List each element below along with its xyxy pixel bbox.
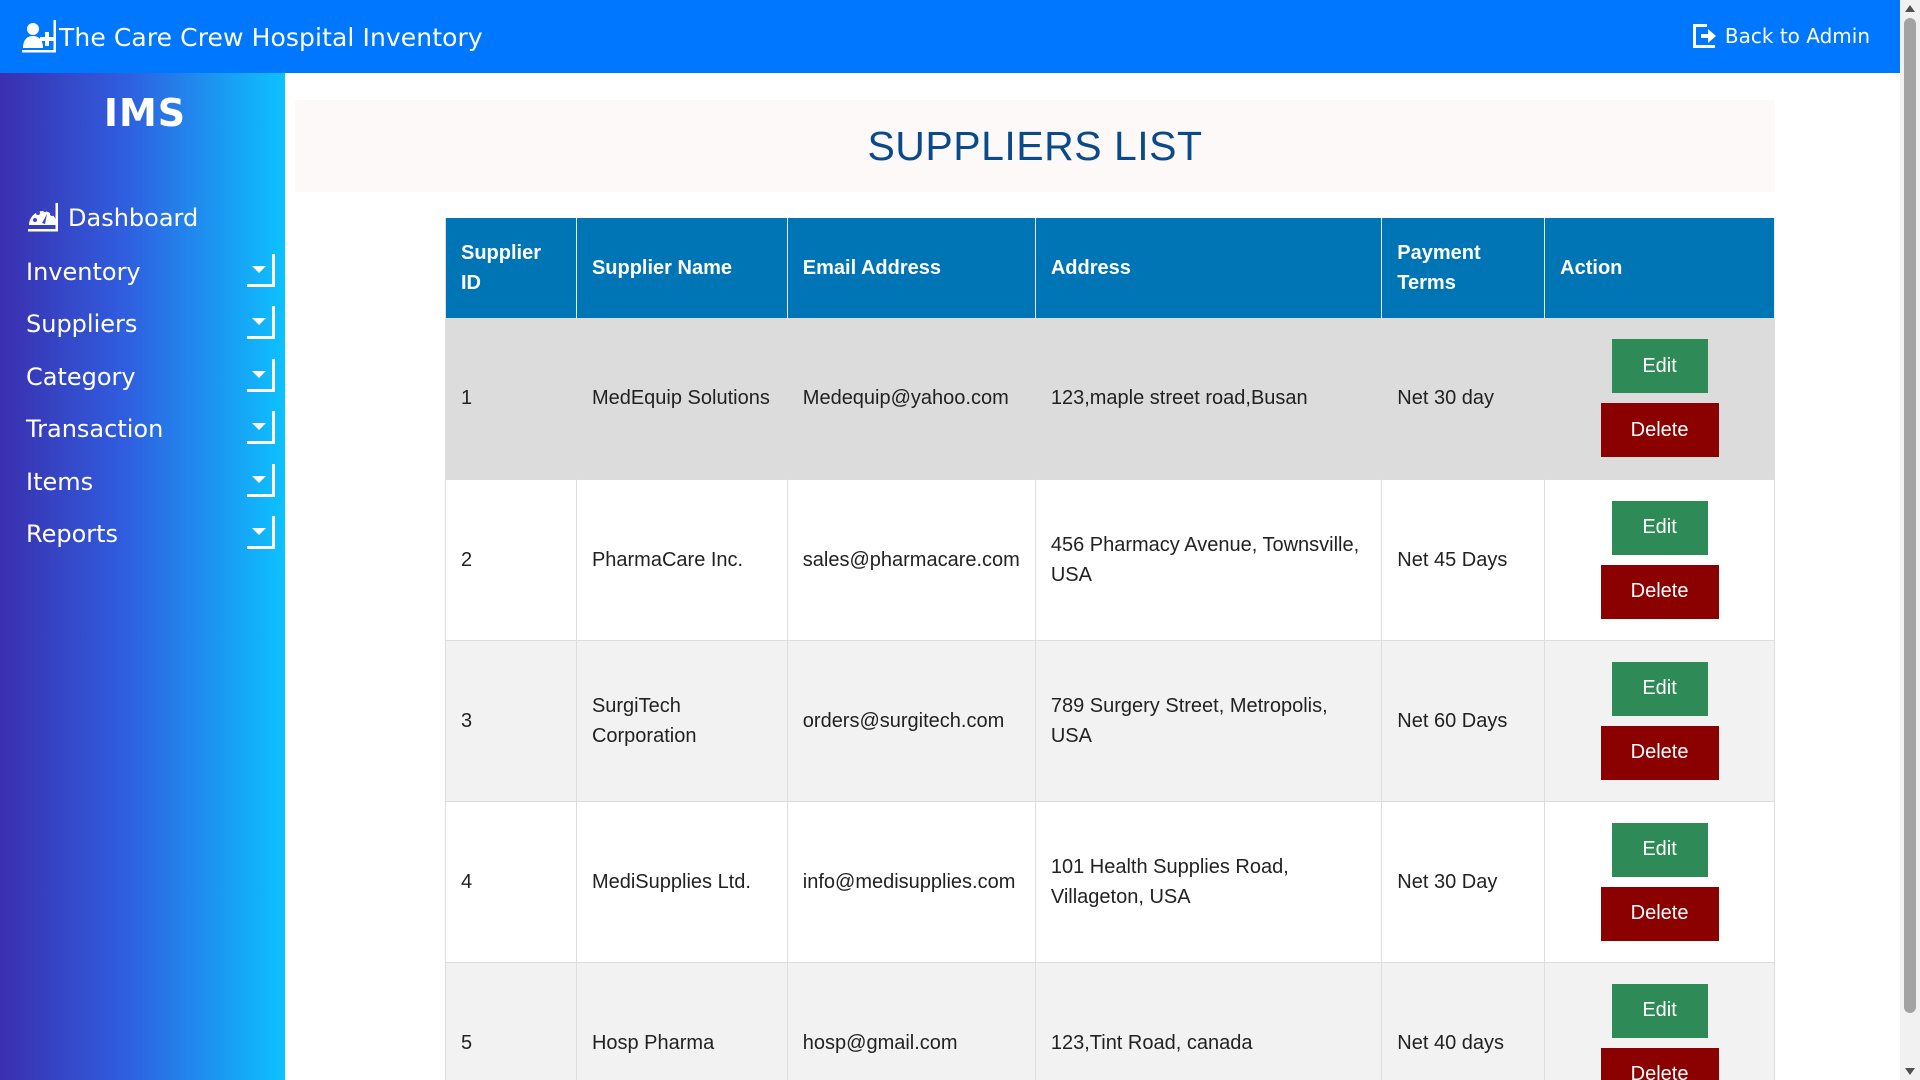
sidebar-item-dashboard[interactable]: Dashboard bbox=[26, 198, 275, 238]
suppliers-table: Supplier ID Supplier Name Email Address … bbox=[445, 218, 1775, 1080]
user-plus-icon bbox=[20, 18, 58, 56]
cell-email: Medequip@yahoo.com bbox=[787, 318, 1036, 480]
header-supplier-id[interactable]: Supplier ID bbox=[445, 218, 577, 318]
scroll-up-arrow-icon[interactable] bbox=[1905, 5, 1915, 12]
cell-supplier-id: 4 bbox=[445, 801, 577, 963]
table-row: 5 Hosp Pharma hosp@gmail.com 123,Tint Ro… bbox=[445, 962, 1775, 1080]
sidebar-item-label: Category bbox=[26, 363, 136, 391]
edit-button[interactable]: Edit bbox=[1611, 500, 1708, 555]
back-to-admin-label: Back to Admin bbox=[1724, 24, 1870, 48]
cell-supplier-name: MediSupplies Ltd. bbox=[576, 801, 788, 963]
dashboard-gauge-icon bbox=[26, 201, 60, 235]
cell-supplier-id: 3 bbox=[445, 640, 577, 802]
scrollbar-thumb[interactable] bbox=[1904, 18, 1916, 1013]
app-title: The Care Crew Hospital Inventory bbox=[59, 22, 483, 52]
sidebar-item-label: Transaction bbox=[26, 415, 164, 443]
cell-payment-terms: Net 45 Days bbox=[1381, 479, 1546, 641]
edit-button[interactable]: Edit bbox=[1611, 661, 1708, 716]
page-scrollbar[interactable] bbox=[1900, 0, 1920, 1080]
caret-down-icon[interactable] bbox=[245, 254, 275, 290]
cell-payment-terms: Net 40 days bbox=[1381, 962, 1546, 1080]
sidebar-item-label: Reports bbox=[26, 520, 119, 548]
sidebar-item-transaction[interactable]: Transaction bbox=[26, 409, 275, 449]
cell-supplier-name: MedEquip Solutions bbox=[576, 318, 788, 480]
table-row: 3 SurgiTech Corporation orders@surgitech… bbox=[445, 640, 1775, 802]
page-title: SUPPLIERS LIST bbox=[867, 123, 1203, 169]
sidebar-logo: IMS bbox=[103, 91, 187, 135]
sidebar-item-suppliers[interactable]: Suppliers bbox=[26, 304, 275, 344]
delete-button[interactable]: Delete bbox=[1600, 1047, 1719, 1080]
caret-down-icon[interactable] bbox=[245, 516, 275, 552]
sign-out-icon bbox=[1691, 22, 1719, 50]
delete-button[interactable]: Delete bbox=[1600, 564, 1719, 619]
table-row: 2 PharmaCare Inc. sales@pharmacare.com 4… bbox=[445, 479, 1775, 641]
header-supplier-name[interactable]: Supplier Name bbox=[576, 218, 788, 318]
cell-email: orders@surgitech.com bbox=[787, 640, 1036, 802]
table-header-row: Supplier ID Supplier Name Email Address … bbox=[445, 218, 1775, 318]
cell-address: 456 Pharmacy Avenue, Townsville, USA bbox=[1035, 479, 1383, 641]
back-to-admin-link[interactable]: Back to Admin bbox=[1691, 22, 1870, 50]
caret-down-icon[interactable] bbox=[245, 359, 275, 395]
cell-supplier-id: 2 bbox=[445, 479, 577, 641]
header-email-address[interactable]: Email Address bbox=[787, 218, 1036, 318]
cell-address: 101 Health Supplies Road, Villageton, US… bbox=[1035, 801, 1383, 963]
cell-payment-terms: Net 30 Day bbox=[1381, 801, 1546, 963]
header-action: Action bbox=[1544, 218, 1775, 318]
table-row: 1 MedEquip Solutions Medequip@yahoo.com … bbox=[445, 318, 1775, 480]
table-row: 4 MediSupplies Ltd. info@medisupplies.co… bbox=[445, 801, 1775, 963]
delete-button[interactable]: Delete bbox=[1600, 403, 1719, 458]
cell-supplier-id: 1 bbox=[445, 318, 577, 480]
caret-down-icon[interactable] bbox=[245, 411, 275, 447]
scroll-down-arrow-icon[interactable] bbox=[1905, 1068, 1915, 1075]
top-navbar: The Care Crew Hospital Inventory Back to… bbox=[0, 0, 1900, 73]
sidebar-item-items[interactable]: Items bbox=[26, 462, 275, 502]
caret-down-icon[interactable] bbox=[245, 464, 275, 500]
cell-payment-terms: Net 60 Days bbox=[1381, 640, 1546, 802]
cell-payment-terms: Net 30 day bbox=[1381, 318, 1546, 480]
delete-button[interactable]: Delete bbox=[1600, 725, 1719, 780]
cell-supplier-name: PharmaCare Inc. bbox=[576, 479, 788, 641]
cell-email: hosp@gmail.com bbox=[787, 962, 1036, 1080]
edit-button[interactable]: Edit bbox=[1611, 983, 1708, 1038]
sidebar-item-category[interactable]: Category bbox=[26, 357, 275, 397]
edit-button[interactable]: Edit bbox=[1611, 339, 1708, 394]
cell-action: Edit Delete bbox=[1544, 962, 1775, 1080]
brand[interactable]: The Care Crew Hospital Inventory bbox=[20, 18, 483, 56]
edit-button[interactable]: Edit bbox=[1611, 822, 1708, 877]
cell-address: 123,maple street road,Busan bbox=[1035, 318, 1383, 480]
cell-supplier-id: 5 bbox=[445, 962, 577, 1080]
delete-button[interactable]: Delete bbox=[1600, 886, 1719, 941]
page-heading-box: SUPPLIERS LIST bbox=[295, 100, 1775, 192]
cell-email: info@medisupplies.com bbox=[787, 801, 1036, 963]
cell-action: Edit Delete bbox=[1544, 801, 1775, 963]
sidebar: IMS Dashboard Inventory Suppliers Catego… bbox=[0, 73, 285, 1080]
cell-action: Edit Delete bbox=[1544, 479, 1775, 641]
cell-action: Edit Delete bbox=[1544, 318, 1775, 480]
sidebar-item-label: Suppliers bbox=[26, 310, 138, 338]
sidebar-item-inventory[interactable]: Inventory bbox=[26, 252, 275, 292]
header-payment-terms[interactable]: Payment Terms bbox=[1381, 218, 1546, 318]
cell-address: 123,Tint Road, canada bbox=[1035, 962, 1383, 1080]
cell-email: sales@pharmacare.com bbox=[787, 479, 1036, 641]
sidebar-item-reports[interactable]: Reports bbox=[26, 514, 275, 554]
cell-supplier-name: SurgiTech Corporation bbox=[576, 640, 788, 802]
header-address[interactable]: Address bbox=[1035, 218, 1383, 318]
sidebar-item-label: Dashboard bbox=[68, 204, 199, 232]
cell-supplier-name: Hosp Pharma bbox=[576, 962, 788, 1080]
caret-down-icon[interactable] bbox=[245, 306, 275, 342]
sidebar-item-label: Inventory bbox=[26, 258, 141, 286]
cell-action: Edit Delete bbox=[1544, 640, 1775, 802]
sidebar-item-label: Items bbox=[26, 468, 94, 496]
cell-address: 789 Surgery Street, Metropolis, USA bbox=[1035, 640, 1383, 802]
